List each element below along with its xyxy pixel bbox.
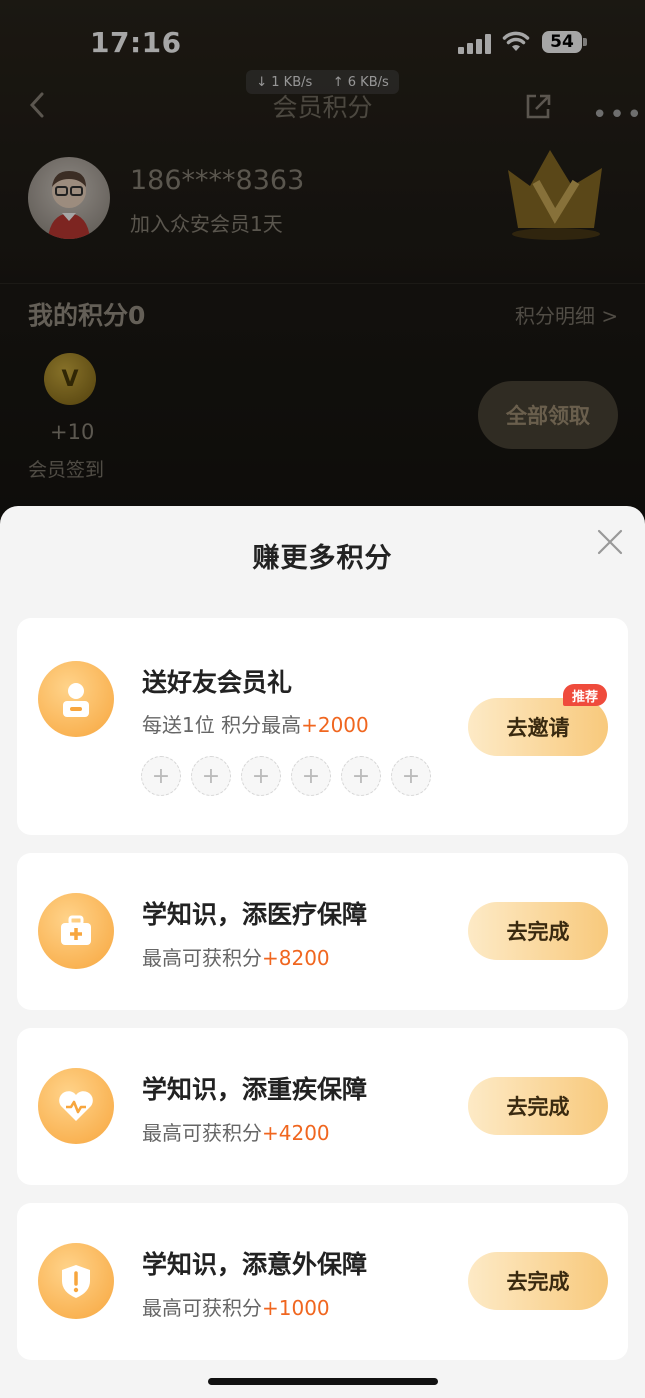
invite-button[interactable]: 去邀请 xyxy=(468,698,608,756)
task-card-critical-illness: 学知识，添重疾保障 最高可获积分+4200 去完成 xyxy=(17,1028,628,1185)
task-points-highlight: +8200 xyxy=(262,946,330,970)
task-card-accident: 学知识，添意外保障 最高可获积分+1000 去完成 xyxy=(17,1203,628,1360)
task-subtitle: 最高可获积分+8200 xyxy=(142,942,330,971)
modal-backdrop[interactable] xyxy=(0,0,645,520)
invite-slot-plus-icon[interactable]: + xyxy=(191,756,231,796)
invite-slot-plus-icon[interactable]: + xyxy=(391,756,431,796)
invite-slot-plus-icon[interactable]: + xyxy=(241,756,281,796)
task-title: 学知识，添重疾保障 xyxy=(142,1075,368,1104)
task-points-highlight: +1000 xyxy=(262,1296,330,1320)
task-subtitle: 最高可获积分+1000 xyxy=(142,1292,330,1321)
task-subtitle-text: 最高可获积分 xyxy=(142,1296,262,1320)
task-points-highlight: +2000 xyxy=(301,713,369,737)
task-card-medical: 学知识，添医疗保障 最高可获积分+8200 去完成 xyxy=(17,853,628,1010)
task-subtitle-text: 最高可获积分 xyxy=(142,946,262,970)
task-subtitle: 最高可获积分+4200 xyxy=(142,1117,330,1146)
recommended-badge: 推荐 xyxy=(563,684,607,706)
invite-slot-plus-icon[interactable]: + xyxy=(341,756,381,796)
shield-alert-icon xyxy=(38,1243,114,1319)
close-icon[interactable] xyxy=(596,528,624,556)
task-title: 送好友会员礼 xyxy=(142,668,293,697)
task-points-highlight: +4200 xyxy=(262,1121,330,1145)
task-subtitle-text: 最高可获积分 xyxy=(142,1121,262,1145)
medical-kit-icon xyxy=(38,893,114,969)
task-subtitle-text: 每送1位 积分最高 xyxy=(142,713,302,737)
heart-pulse-icon xyxy=(38,1068,114,1144)
task-subtitle: 每送1位 积分最高+2000 xyxy=(142,709,369,738)
sheet-title: 赚更多积分 xyxy=(252,543,393,574)
task-title: 学知识，添医疗保障 xyxy=(142,900,368,929)
complete-button[interactable]: 去完成 xyxy=(468,1252,608,1310)
task-title: 学知识，添意外保障 xyxy=(142,1250,368,1279)
user-gift-icon xyxy=(38,661,114,737)
invite-slot-plus-icon[interactable]: + xyxy=(291,756,331,796)
invite-slot-plus-icon[interactable]: + xyxy=(141,756,181,796)
task-card-invite: 送好友会员礼 每送1位 积分最高+2000 + + + + + + 去邀请 xyxy=(17,618,628,835)
complete-button[interactable]: 去完成 xyxy=(468,902,608,960)
home-indicator[interactable] xyxy=(208,1378,438,1385)
complete-button[interactable]: 去完成 xyxy=(468,1077,608,1135)
